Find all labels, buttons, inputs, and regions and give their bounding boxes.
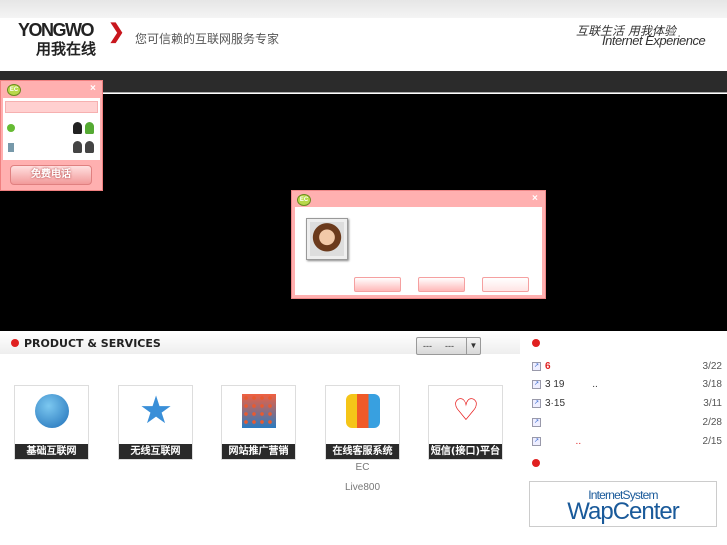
ec-logo-icon: EC	[297, 194, 311, 206]
news-date: 2/15	[702, 436, 722, 447]
product-wireless-internet[interactable]: ★ 无线互联网	[118, 385, 193, 460]
dialog-close-button[interactable]: ×	[532, 193, 538, 204]
news-item[interactable]: ↗ 3 19 .. 3/18	[532, 379, 722, 393]
message-button[interactable]	[418, 277, 465, 292]
select-value-a: ---	[423, 341, 432, 351]
logo-chevron-icon: ❯	[108, 21, 125, 43]
product-label: 无线互联网	[119, 444, 192, 459]
chat-widget: EC × 免费电话	[0, 80, 103, 191]
product-label: 基础互联网	[15, 444, 88, 459]
product-label: 在线客服系统	[326, 444, 399, 459]
dots-icon	[242, 394, 276, 428]
qq-icon[interactable]	[73, 141, 82, 153]
link-icon: ↗	[532, 380, 541, 389]
people-icon	[346, 394, 380, 428]
widget-body	[3, 98, 100, 160]
news-title[interactable]: 3·15	[545, 398, 565, 409]
category-select[interactable]: --- --- ▼	[416, 337, 481, 355]
online-icon	[7, 124, 15, 132]
link-icon: ↗	[532, 437, 541, 446]
news-item[interactable]: ↗ 6 3/22	[532, 361, 722, 375]
news-title[interactable]: ..	[545, 436, 582, 447]
qq-icon[interactable]	[73, 122, 82, 134]
product-sub-ec[interactable]: EC	[325, 462, 400, 473]
dialog-body	[295, 207, 542, 295]
news-date: 2/28	[702, 417, 722, 428]
star-icon: ★	[139, 390, 174, 432]
news-date: 3/11	[703, 398, 722, 409]
news-date: 3/22	[702, 361, 722, 372]
news-title[interactable]: 3 19 ..	[545, 379, 598, 390]
avatar	[306, 218, 348, 260]
product-sub-live800[interactable]: Live800	[325, 482, 400, 493]
chevron-down-icon[interactable]: ▼	[466, 338, 480, 354]
globe-icon	[35, 394, 69, 428]
accept-button[interactable]	[354, 277, 401, 292]
news-title[interactable]: 6	[545, 361, 551, 372]
product-sms-platform[interactable]: ♡ 短信(接口)平台	[428, 385, 503, 460]
bullet-icon	[11, 339, 19, 347]
news-item[interactable]: ↗ 3·15 3/11	[532, 398, 722, 412]
ec-logo-icon: EC	[7, 84, 21, 96]
link-icon: ↗	[532, 418, 541, 427]
product-online-service[interactable]: 在线客服系统	[325, 385, 400, 460]
select-value-b: ---	[445, 341, 454, 351]
decline-button[interactable]	[482, 277, 529, 292]
tagline-en: Internet Experience	[602, 33, 706, 48]
product-label: 短信(接口)平台	[429, 444, 502, 459]
news-item[interactable]: ↗ .. 2/15	[532, 436, 722, 450]
bullet-icon	[532, 459, 540, 467]
nav-bar	[0, 71, 727, 93]
link-icon: ↗	[532, 399, 541, 408]
products-title: PRODUCT & SERVICES	[24, 337, 161, 350]
product-web-marketing[interactable]: 网站推广营销	[221, 385, 296, 460]
news-date: 3/18	[702, 379, 722, 390]
qq-icon[interactable]	[85, 141, 94, 153]
msn-icon[interactable]	[85, 122, 94, 134]
slogan: 您可信赖的互联网服务专家	[135, 32, 280, 46]
product-label: 网站推广营销	[222, 444, 295, 459]
free-call-button[interactable]: 免费电话	[10, 165, 92, 185]
news-item[interactable]: ↗ 2/28	[532, 417, 722, 431]
widget-header-row	[5, 101, 98, 113]
logo-cn: 用我在线	[36, 40, 97, 58]
phone-icon	[8, 143, 14, 152]
wapcenter-banner[interactable]: InternetSystem WapCenter	[529, 481, 717, 527]
link-icon: ↗	[532, 362, 541, 371]
product-basic-internet[interactable]: 基础互联网	[14, 385, 89, 460]
wap-line2: WapCenter	[567, 498, 680, 525]
heart-icon: ♡	[452, 394, 480, 427]
chat-invite-dialog: EC ×	[291, 190, 546, 299]
bullet-icon	[532, 339, 540, 347]
top-bar	[0, 0, 727, 18]
widget-close-button[interactable]: ×	[90, 83, 96, 94]
